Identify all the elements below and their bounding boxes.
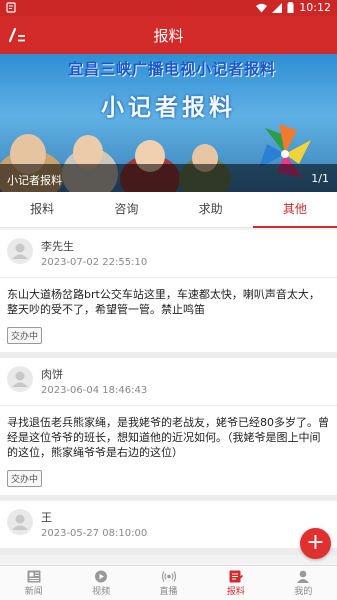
news-icon: [27, 570, 41, 583]
banner-carousel[interactable]: 宜昌三峡广播电视小记者报料 小记者报料 小记者报料 1/1: [0, 54, 337, 192]
nav-label: 直播: [159, 587, 178, 597]
post-card[interactable]: 肉饼 2023-06-04 18:46:43 寻找退伍老兵熊家绳，是我姥爷的老战…: [0, 358, 337, 501]
app-bar: 报料: [0, 16, 337, 54]
nav-item-video[interactable]: 视频: [67, 566, 134, 600]
report-icon: [229, 570, 243, 583]
avatar-icon: [7, 366, 33, 392]
bottom-navigation: 新闻 视频 直播 报料 我的: [0, 565, 337, 600]
category-tabs: 报料 咨询 求助 其他: [0, 192, 337, 228]
nav-label: 视频: [92, 587, 111, 597]
nav-label: 我的: [294, 587, 313, 597]
nav-item-report[interactable]: 报料: [202, 566, 269, 600]
post-time: 2023-06-04 18:46:43: [41, 385, 148, 396]
battery-icon: [287, 2, 294, 13]
nav-item-live[interactable]: 直播: [135, 566, 202, 600]
wifi-icon: [256, 3, 268, 12]
post-content: 东山大道杨岔路brt公交车站这里，车速都太快，喇叭声音太大，整天吵的受不了，希望…: [7, 288, 320, 316]
post-content: 寻找退伍老兵熊家绳，是我姥爷的老战友，姥爷已经80多岁了。曾经是这位爷爷的班长，…: [7, 416, 329, 459]
nav-label: 新闻: [24, 587, 43, 597]
tab-consult[interactable]: 咨询: [84, 192, 168, 227]
post-header: 肉饼 2023-06-04 18:46:43: [0, 358, 337, 406]
tab-report[interactable]: 报料: [0, 192, 84, 227]
post-header: 王 2023-05-27 08:10:00: [0, 501, 337, 549]
signal-icon: [272, 2, 283, 13]
avatar-icon: [7, 238, 33, 264]
banner-counter: 1/1: [311, 172, 329, 185]
profile-icon: [297, 570, 310, 583]
clock: 10:12: [299, 1, 331, 14]
live-icon: [161, 571, 176, 582]
nav-item-news[interactable]: 新闻: [0, 566, 67, 600]
post-list[interactable]: 李先生 2023-07-02 22:55:10 东山大道杨岔路brt公交车站这里…: [0, 230, 337, 565]
post-time: 2023-05-27 08:10:00: [41, 528, 148, 539]
post-card[interactable]: 王 2023-05-27 08:10:00: [0, 501, 337, 555]
tab-help[interactable]: 求助: [169, 192, 253, 227]
add-report-button[interactable]: +: [300, 528, 331, 559]
banner-caption: 小记者报料: [7, 174, 62, 187]
avatar-icon: [7, 509, 33, 535]
banner-big-text: 小记者报料: [101, 95, 236, 121]
status-badge: 交办中: [7, 327, 43, 344]
post-time: 2023-07-02 22:55:10: [41, 257, 148, 268]
video-icon: [95, 570, 108, 583]
status-badge: 交办中: [7, 470, 43, 487]
post-card[interactable]: 李先生 2023-07-02 22:55:10 东山大道杨岔路brt公交车站这里…: [0, 230, 337, 358]
post-author: 王: [41, 511, 52, 524]
tab-other[interactable]: 其他: [252, 192, 337, 228]
notification-icon: [6, 2, 16, 13]
nav-item-profile[interactable]: 我的: [270, 566, 337, 600]
post-header: 李先生 2023-07-02 22:55:10: [0, 230, 337, 278]
post-author: 肉饼: [41, 368, 63, 381]
banner-headline: 宜昌三峡广播电视小记者报料: [67, 60, 276, 78]
nav-label: 报料: [226, 587, 245, 597]
page-title: 报料: [153, 27, 184, 45]
banner-caption-bar: 小记者报料 1/1: [0, 164, 337, 192]
post-author: 李先生: [41, 240, 74, 253]
status-bar: 10:12: [0, 0, 337, 16]
